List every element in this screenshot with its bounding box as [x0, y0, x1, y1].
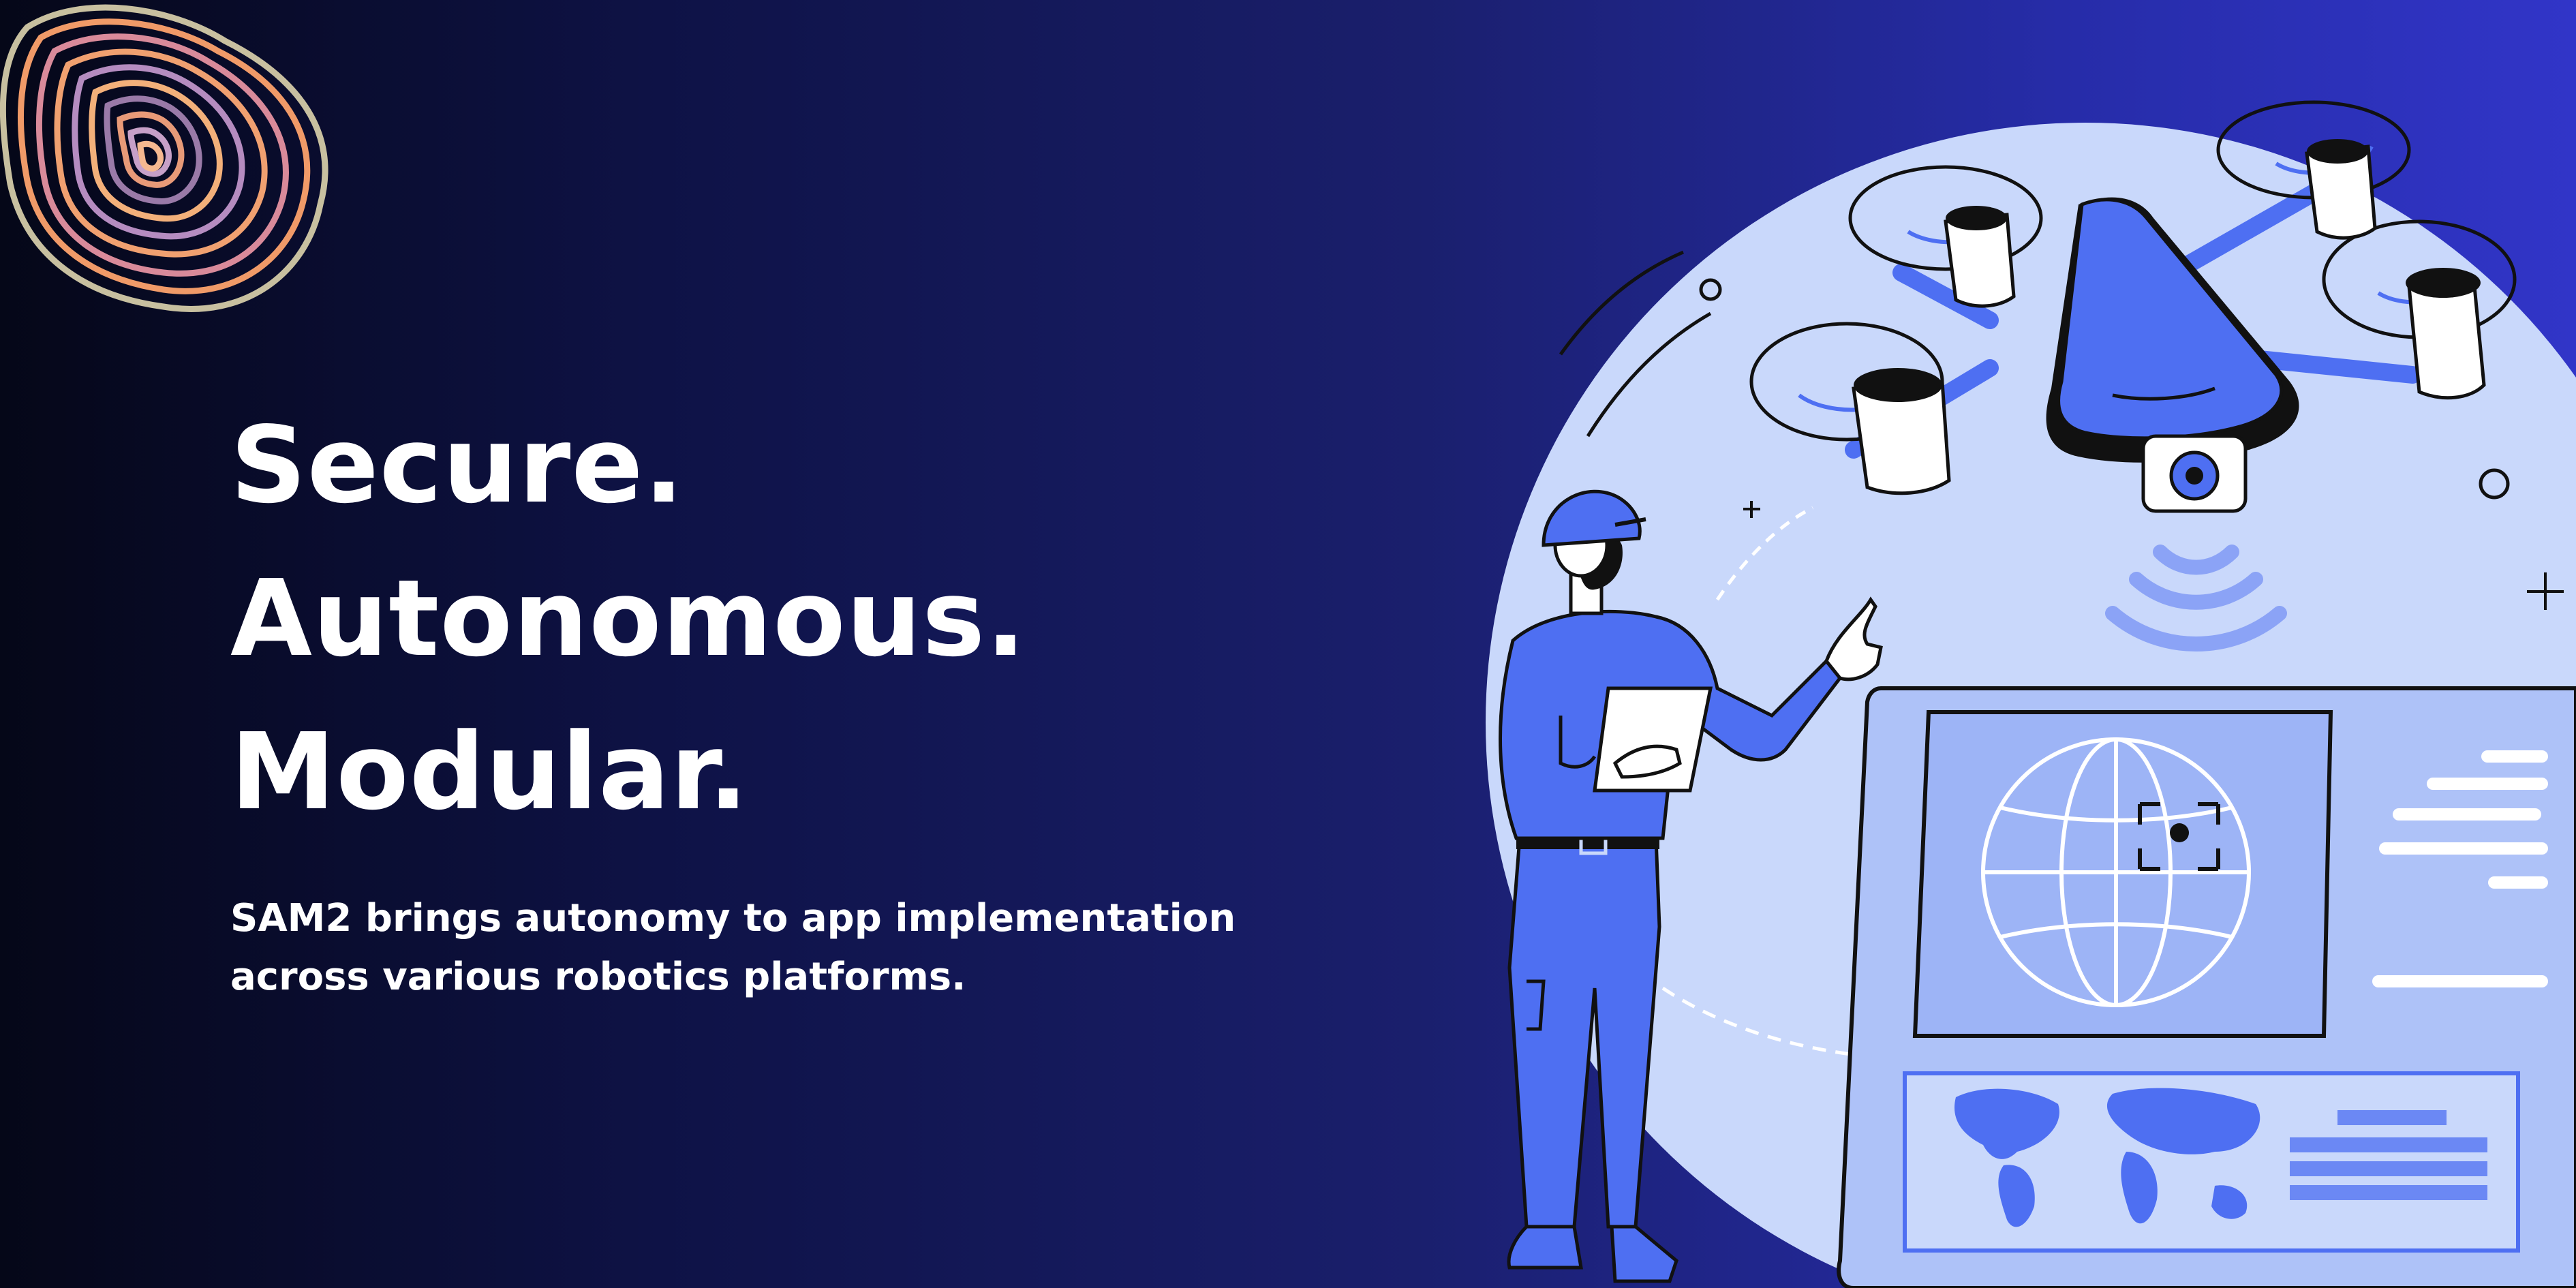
headline-line-autonomous: Autonomous.: [230, 557, 1027, 680]
topographic-rings-logo: [0, 4, 328, 312]
engineer-controlling-drone-illustration: [1486, 100, 2576, 1288]
headline-line-secure: Secure.: [230, 403, 685, 527]
tagline-line-1: SAM2 brings autonomy to app implementati…: [230, 896, 1236, 940]
tagline: SAM2 brings autonomy to app implementati…: [230, 889, 1253, 1007]
headline-line-modular: Modular.: [230, 710, 749, 833]
headline: Secure. Autonomous. Modular.: [230, 388, 1026, 848]
monitor-screen: [1837, 686, 2576, 1288]
globe-icon: [1981, 737, 2251, 1007]
tagline-line-2: across various robotics platforms.: [230, 955, 966, 999]
